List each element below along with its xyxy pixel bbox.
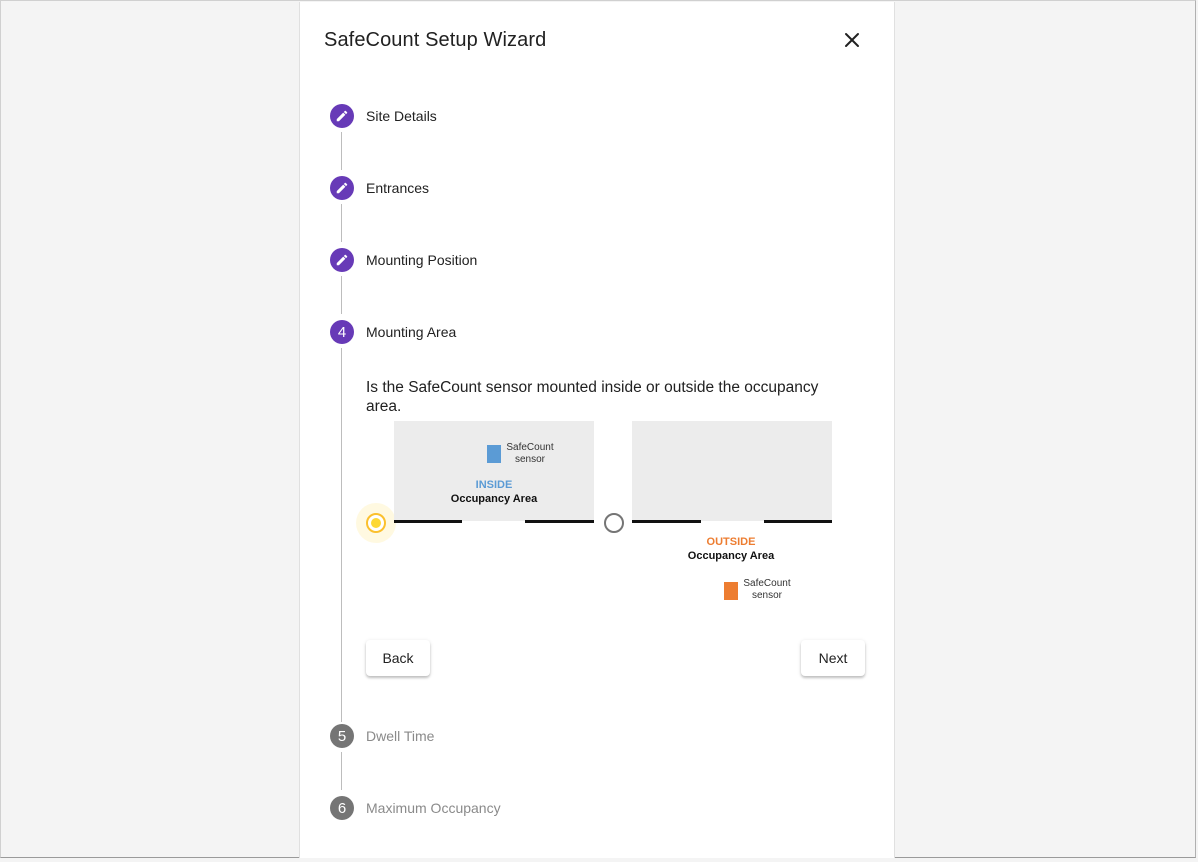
step-number: 5 — [330, 724, 354, 748]
step-dwell-time[interactable]: 5 Dwell Time — [330, 724, 434, 748]
dialog-title: SafeCount Setup Wizard — [324, 29, 547, 51]
mounting-area-question: Is the SafeCount sensor mounted inside o… — [366, 379, 819, 415]
step-label: Site Details — [366, 108, 437, 124]
step-label: Mounting Area — [366, 324, 457, 340]
step-number: 6 — [330, 796, 354, 820]
outside-radio[interactable] — [604, 513, 624, 533]
step-connector — [341, 204, 342, 242]
back-button[interactable]: Back — [366, 640, 430, 676]
pencil-icon — [336, 254, 348, 266]
outside-room-diagram — [632, 421, 832, 521]
inside-radio[interactable] — [366, 513, 386, 533]
pencil-icon — [336, 182, 348, 194]
wall-segment — [764, 520, 832, 523]
step-mounting-position[interactable]: Mounting Position — [330, 248, 477, 272]
occupancy-area-label: Occupancy Area — [450, 493, 538, 505]
wall-segment — [632, 520, 701, 523]
step-circle — [330, 176, 354, 200]
step-connector — [341, 276, 342, 314]
sensor-label: SafeCount sensor — [506, 442, 554, 465]
wall-segment — [525, 520, 594, 523]
pencil-icon — [336, 110, 348, 122]
sensor-marker — [724, 582, 738, 600]
step-label: Entrances — [366, 180, 430, 196]
close-icon — [845, 33, 859, 47]
step-circle — [330, 248, 354, 272]
inside-label: INSIDE — [475, 479, 513, 491]
sensor-label: SafeCount sensor — [743, 578, 791, 601]
step-mounting-area[interactable]: 4 Mounting Area — [330, 320, 456, 344]
step-label: Mounting Position — [366, 252, 478, 268]
outside-label: OUTSIDE — [706, 536, 756, 548]
step-connector — [341, 752, 342, 790]
step-site-details[interactable]: Site Details — [330, 104, 437, 128]
window-frame: SafeCount Setup Wizard Site Details Entr… — [0, 0, 1196, 858]
step-connector — [341, 348, 342, 722]
step-label: Maximum Occupancy — [366, 800, 501, 816]
step-maximum-occupancy[interactable]: 6 Maximum Occupancy — [330, 796, 501, 820]
close-button[interactable] — [838, 26, 866, 54]
step-connector — [341, 132, 342, 170]
setup-wizard-dialog: SafeCount Setup Wizard Site Details Entr… — [299, 2, 895, 858]
step-label: Dwell Time — [366, 728, 435, 744]
step-circle — [330, 104, 354, 128]
step-number: 4 — [330, 320, 354, 344]
inside-room-diagram — [394, 421, 594, 521]
wall-segment — [394, 520, 462, 523]
occupancy-area-label: Occupancy Area — [687, 550, 775, 562]
sensor-marker — [487, 445, 501, 463]
next-button[interactable]: Next — [801, 640, 865, 676]
step-entrances[interactable]: Entrances — [330, 176, 429, 200]
